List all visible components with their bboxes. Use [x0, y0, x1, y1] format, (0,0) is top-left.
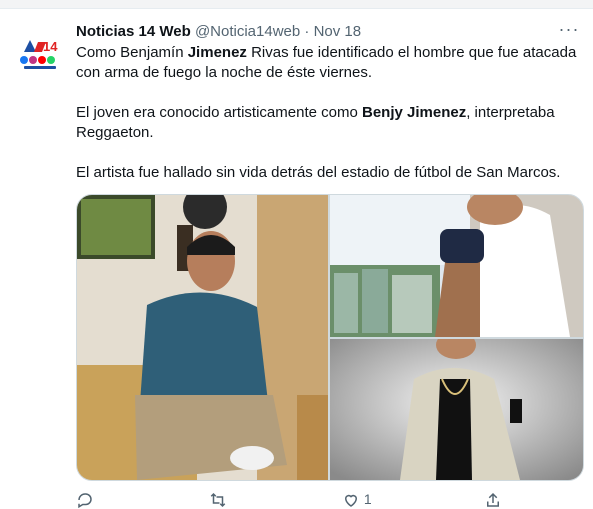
- bold-name-text: Jimenez: [187, 44, 247, 61]
- tweet-text: Como Benjamín Jimenez Rivas fue identifi…: [76, 43, 584, 183]
- share-button[interactable]: [484, 491, 502, 509]
- retweet-icon: [210, 492, 226, 508]
- retweet-button[interactable]: [209, 491, 227, 509]
- user-handle[interactable]: @Noticia14web: [195, 23, 300, 40]
- heart-icon: [344, 494, 358, 507]
- media-grid: [76, 194, 584, 481]
- avatar-logo-text: 14: [43, 39, 58, 54]
- separator-dot: ·: [304, 23, 310, 40]
- tweet-card[interactable]: 14 Noticias 14 Web @Noticia14web · Nov 1…: [0, 9, 593, 509]
- like-count: 1: [363, 491, 372, 507]
- more-options-icon[interactable]: ···: [557, 19, 581, 43]
- tweet-text-segment: Como Benjamín: [76, 44, 188, 61]
- photo-selfie-white-vest[interactable]: [330, 195, 583, 337]
- bold-name-text: Benjy Jimenez: [361, 104, 467, 121]
- tweet-paragraph: El joven era conocido artisticamente com…: [76, 103, 584, 143]
- tweet-header: Noticias 14 Web @Noticia14web · Nov 18: [76, 21, 576, 43]
- tweet-text-segment: El artista fue hallado sin vida detrás d…: [76, 164, 561, 181]
- avatar[interactable]: 14: [16, 36, 64, 70]
- like-button[interactable]: 1: [342, 491, 372, 509]
- share-icon: [487, 492, 499, 507]
- tweet-actions: 1: [76, 489, 576, 509]
- tweet-paragraph: El artista fue hallado sin vida detrás d…: [76, 163, 584, 183]
- timeline-divider: [0, 0, 593, 9]
- photo-man-seated[interactable]: [77, 195, 328, 480]
- photo-man-grey-jacket[interactable]: [330, 339, 583, 480]
- tweet-timestamp[interactable]: Nov 18: [314, 23, 362, 40]
- display-name[interactable]: Noticias 14 Web: [76, 23, 191, 40]
- tweet-paragraph: Como Benjamín Jimenez Rivas fue identifi…: [76, 43, 584, 83]
- reply-icon: [78, 493, 92, 509]
- reply-button[interactable]: [76, 491, 94, 509]
- tweet-text-segment: El joven era conocido artisticamente com…: [76, 104, 362, 121]
